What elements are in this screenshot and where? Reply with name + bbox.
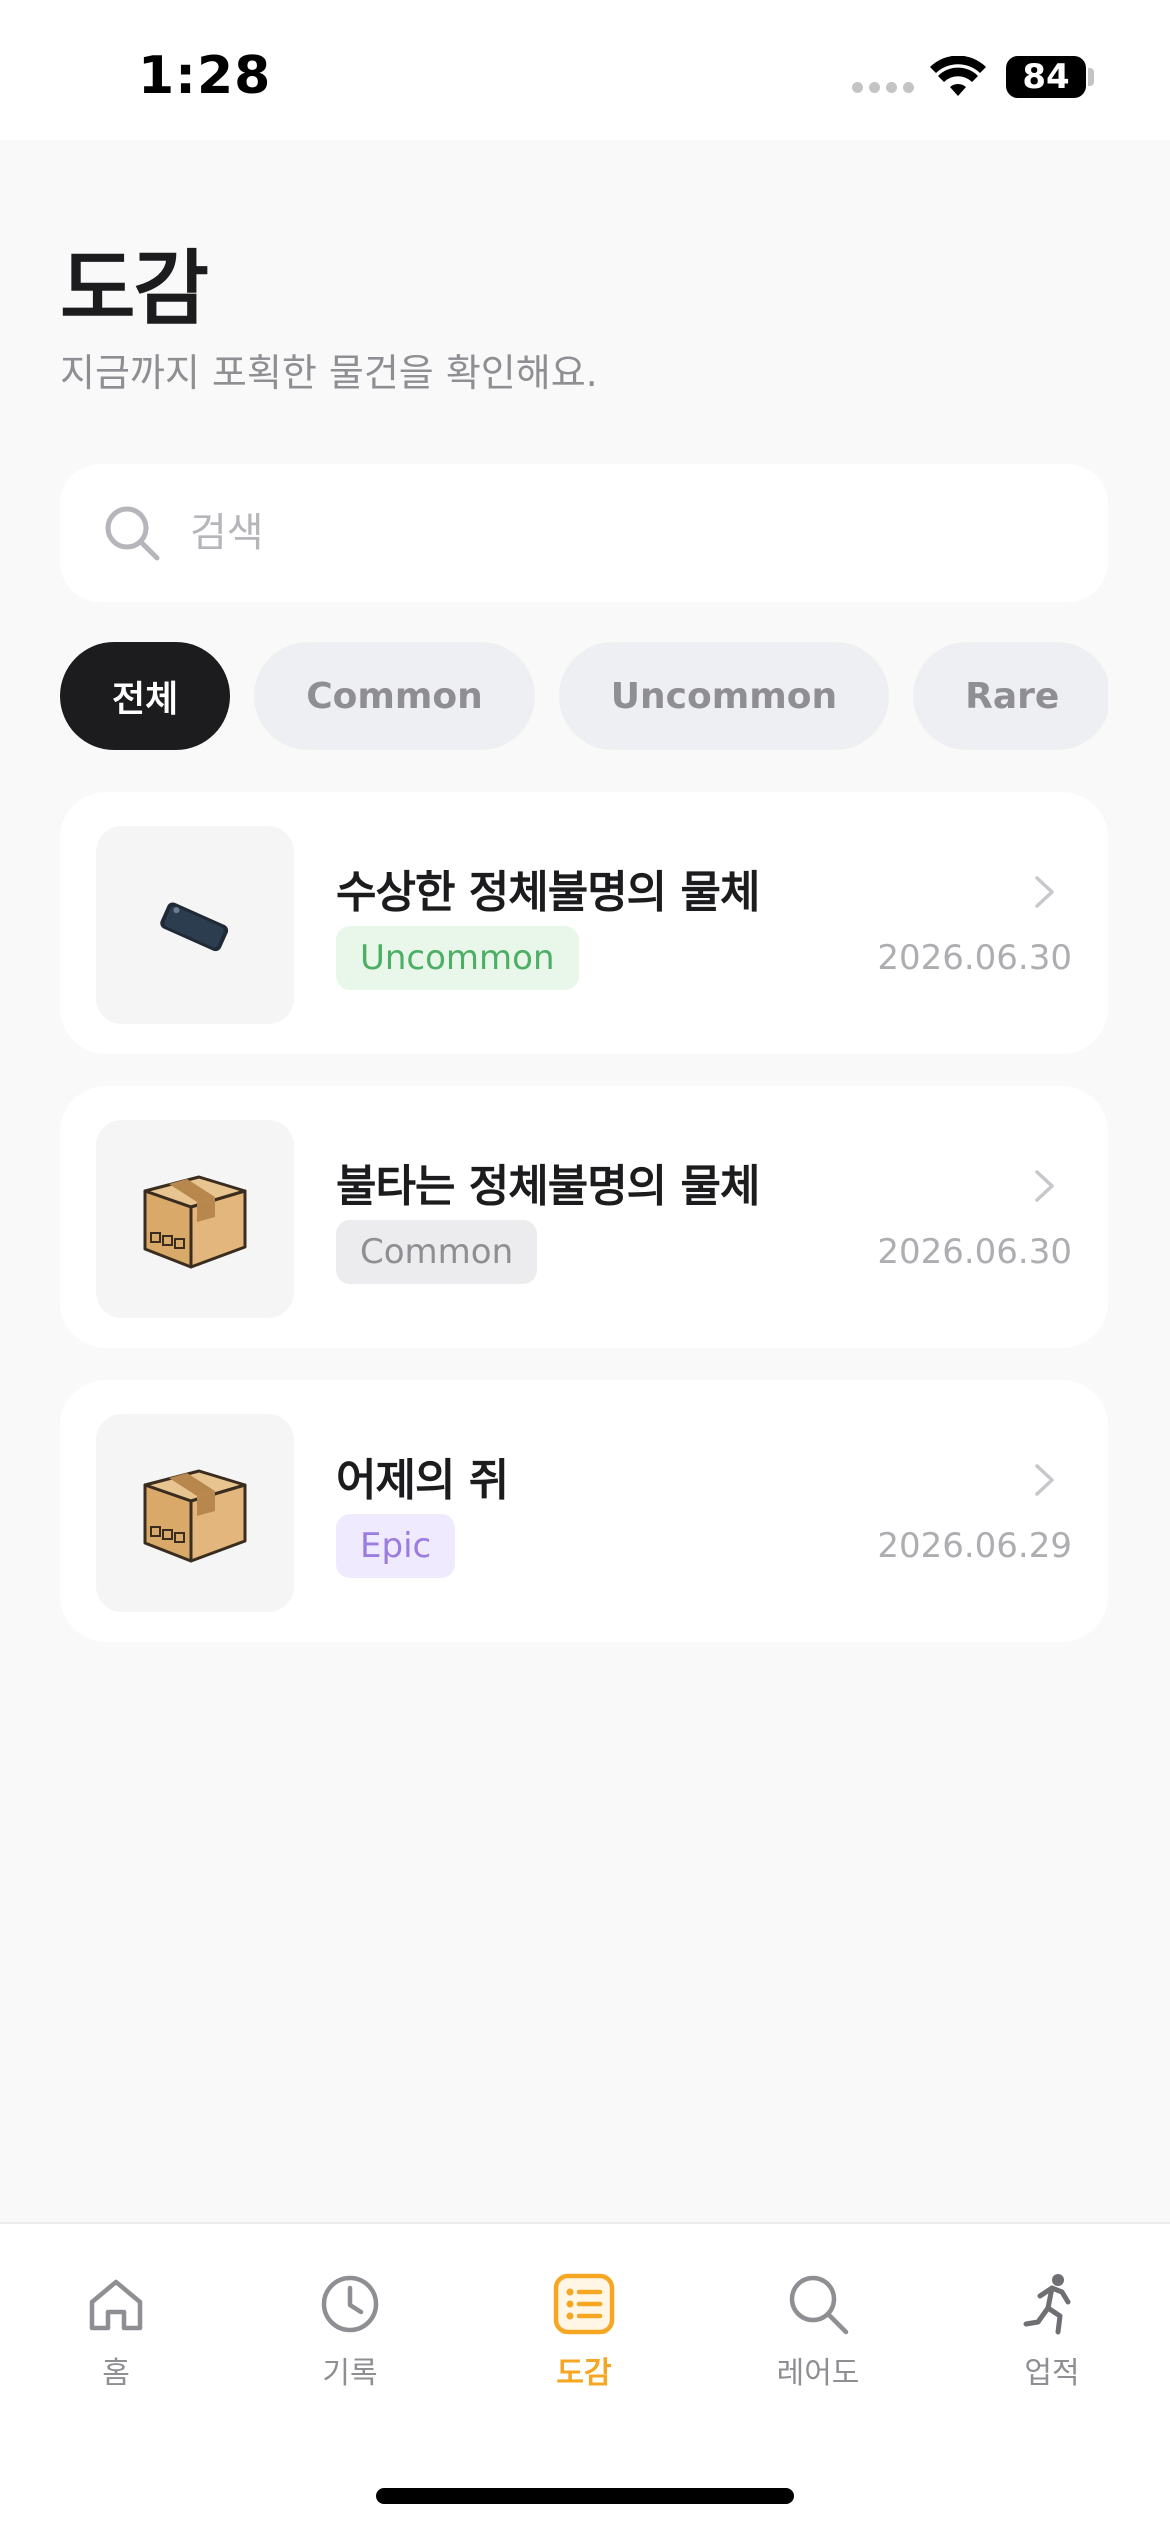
item-thumbnail — [96, 826, 294, 1024]
home-indicator — [376, 2488, 794, 2504]
filter-chip-all[interactable]: 전체 — [60, 642, 231, 750]
search-bar[interactable] — [60, 464, 1108, 602]
item-thumbnail — [96, 1414, 294, 1612]
collection-item-card[interactable]: 불타는 정체불명의 물체 Common 2026.06.30 — [60, 1086, 1108, 1348]
status-time: 1:28 — [138, 46, 272, 106]
chevron-right-icon — [1035, 1464, 1054, 1496]
tab-collection[interactable]: 도감 — [494, 2270, 674, 2400]
package-box-icon — [143, 1469, 247, 1563]
battery-tip-icon — [1088, 68, 1094, 86]
item-date: 2026.06.30 — [877, 938, 1072, 978]
status-bar: 1:28 84 — [0, 0, 1170, 140]
tab-label: 홈 — [102, 2356, 130, 2391]
tab-achievements[interactable]: 업적 — [962, 2270, 1142, 2400]
chevron-right-icon — [1035, 876, 1054, 908]
bottom-tab-bar: 홈 기록 도감 레어도 업적 — [0, 2222, 1170, 2532]
running-person-icon — [1023, 2274, 1071, 2335]
list-icon — [553, 2273, 615, 2335]
tab-label: 도감 — [556, 2356, 612, 2391]
tab-label: 레어도 — [776, 2356, 860, 2391]
search-icon — [105, 506, 160, 561]
home-icon — [89, 2279, 143, 2331]
collection-item-card[interactable]: 수상한 정체불명의 물체 Uncommon 2026.06.30 — [60, 792, 1108, 1054]
battery-indicator: 84 — [1006, 56, 1086, 98]
package-box-icon — [143, 1175, 247, 1269]
rarity-filter-row: 전체 Common Uncommon Rare Ep — [60, 642, 1108, 752]
search-icon — [789, 2275, 849, 2335]
page-title: 도감 — [60, 242, 209, 337]
page-subtitle: 지금까지 포획한 물건을 확인해요. — [60, 351, 598, 395]
chevron-right-icon — [1035, 1170, 1054, 1202]
tab-label: 업적 — [1024, 2356, 1080, 2391]
filter-chip-uncommon[interactable]: Uncommon — [558, 642, 890, 750]
item-name: 수상한 정체불명의 물체 — [336, 867, 760, 918]
item-date: 2026.06.30 — [877, 1232, 1072, 1272]
filter-chip-common[interactable]: Common — [254, 642, 535, 750]
item-date: 2026.06.29 — [877, 1526, 1072, 1566]
item-thumbnail — [96, 1120, 294, 1318]
search-input[interactable] — [190, 510, 990, 556]
wifi-icon — [930, 56, 986, 96]
item-name: 불타는 정체불명의 물체 — [336, 1161, 760, 1212]
tab-history[interactable]: 기록 — [260, 2270, 440, 2400]
item-name: 어제의 쥐 — [336, 1455, 509, 1506]
rarity-badge: Common — [336, 1220, 538, 1284]
rarity-badge: Epic — [336, 1514, 456, 1578]
tab-rarity[interactable]: 레어도 — [728, 2270, 908, 2400]
phone-icon — [160, 902, 229, 952]
collection-item-card[interactable]: 어제의 쥐 Epic 2026.06.29 — [60, 1380, 1108, 1642]
tab-label: 기록 — [322, 2356, 378, 2391]
clock-icon — [321, 2275, 379, 2333]
tab-home[interactable]: 홈 — [26, 2270, 206, 2400]
filter-chip-rare[interactable]: Rare — [913, 642, 1108, 750]
rarity-badge: Uncommon — [336, 926, 579, 990]
cellular-signal-icon — [852, 82, 914, 93]
